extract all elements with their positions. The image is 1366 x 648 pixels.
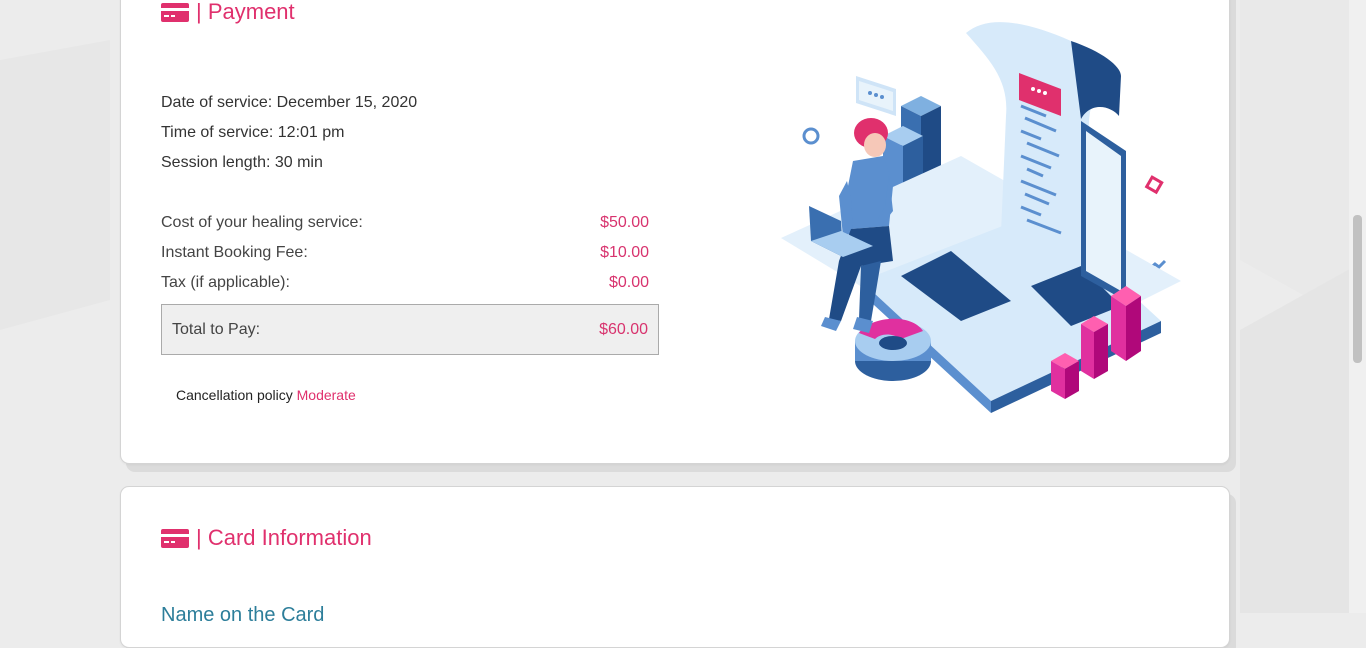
payment-section-title: | Payment bbox=[161, 0, 295, 25]
cost-row-tax: Tax (if applicable): $0.00 bbox=[161, 274, 649, 292]
payment-card: | Payment Date of service: December 15, … bbox=[120, 0, 1230, 464]
time-of-service: Time of service: 12:01 pm bbox=[161, 124, 345, 142]
cost-amount: $50.00 bbox=[600, 214, 649, 231]
date-of-service-label: Date of service: bbox=[161, 94, 273, 111]
time-of-service-label: Time of service: bbox=[161, 124, 274, 141]
credit-card-icon bbox=[161, 2, 189, 22]
time-of-service-value: 12:01 pm bbox=[277, 124, 345, 141]
total-label: Total to Pay: bbox=[172, 320, 261, 338]
cost-amount: $10.00 bbox=[600, 244, 649, 261]
card-information-card: | Card Information Name on the Card bbox=[120, 486, 1230, 648]
date-of-service-value: December 15, 2020 bbox=[276, 94, 418, 111]
cost-label: Instant Booking Fee: bbox=[161, 244, 308, 261]
card-information-title-text: | Card Information bbox=[196, 525, 372, 550]
cost-label: Cost of your healing service: bbox=[161, 214, 363, 231]
cancellation-policy: Cancellation policy Moderate bbox=[176, 387, 356, 403]
total-amount: $60.00 bbox=[599, 320, 648, 338]
total-to-pay-box: Total to Pay: $60.00 bbox=[161, 304, 659, 355]
cancellation-policy-label: Cancellation policy bbox=[176, 387, 293, 403]
scrollbar-thumb[interactable] bbox=[1353, 215, 1362, 363]
cost-label: Tax (if applicable): bbox=[161, 274, 290, 291]
session-length: Session length: 30 min bbox=[161, 154, 323, 172]
session-length-label: Session length: bbox=[161, 154, 271, 171]
page-scrollbar[interactable] bbox=[1349, 0, 1366, 613]
cost-row-booking-fee: Instant Booking Fee: $10.00 bbox=[161, 244, 649, 262]
credit-card-icon bbox=[161, 528, 189, 548]
name-on-card-label: Name on the Card bbox=[161, 604, 325, 626]
cancellation-policy-link[interactable]: Moderate bbox=[297, 387, 356, 403]
session-length-value: 30 min bbox=[274, 154, 323, 171]
card-information-section-title: | Card Information bbox=[161, 525, 372, 551]
payment-illustration bbox=[781, 22, 1181, 413]
cost-amount: $0.00 bbox=[608, 274, 649, 291]
payment-title-text: | Payment bbox=[196, 0, 295, 24]
date-of-service: Date of service: December 15, 2020 bbox=[161, 94, 417, 112]
cost-row-service: Cost of your healing service: $50.00 bbox=[161, 214, 649, 232]
